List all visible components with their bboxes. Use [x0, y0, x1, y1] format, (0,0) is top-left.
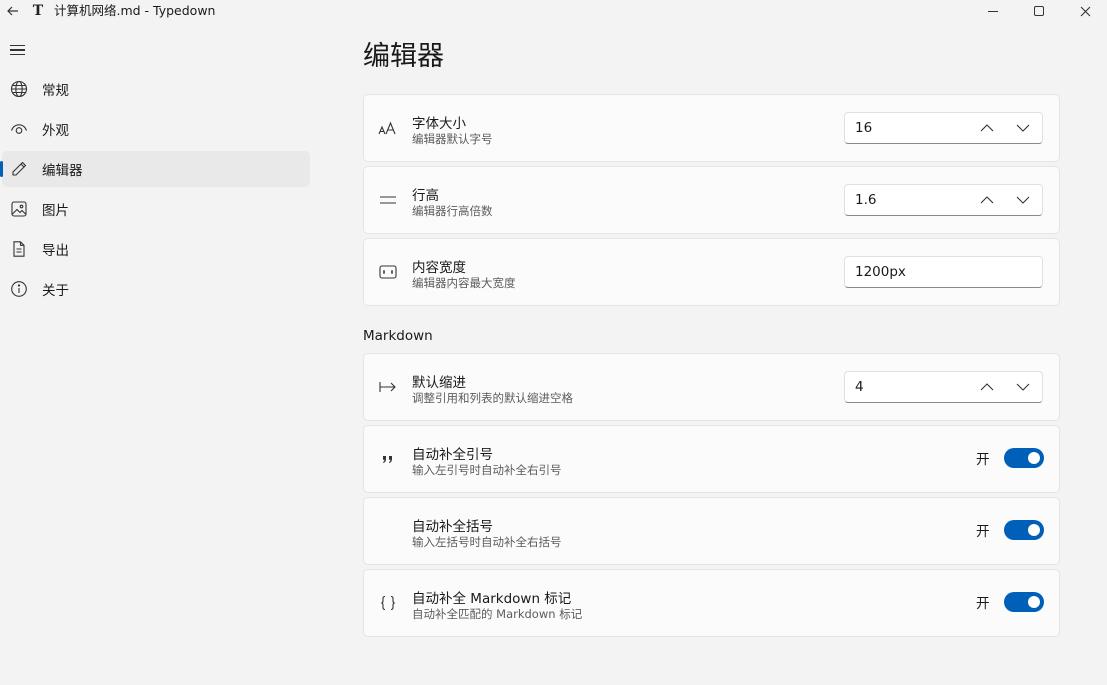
setting-card-auto-close-markdown: 自动补全 Markdown 标记 自动补全匹配的 Markdown 标记 开: [363, 569, 1060, 637]
braces-icon: [378, 593, 398, 613]
setting-title: 自动补全 Markdown 标记: [412, 591, 572, 607]
sidebar-item-appearance[interactable]: 外观: [2, 111, 310, 147]
auto-close-quotes-toggle[interactable]: [1003, 448, 1044, 468]
chevron-down-icon: [1016, 196, 1030, 204]
image-icon: [9, 199, 29, 219]
back-button[interactable]: [4, 2, 22, 20]
arrow-left-icon: [7, 6, 18, 16]
setting-title: 自动补全引号: [412, 447, 493, 463]
auto-close-brackets-toggle[interactable]: [1003, 520, 1044, 540]
toggle-state-label: 开: [976, 596, 990, 612]
minimize-button[interactable]: [970, 0, 1016, 22]
toggle-state-label: 开: [976, 452, 990, 468]
minimize-icon: [988, 10, 998, 12]
info-icon: [9, 279, 29, 299]
chevron-up-icon: [980, 124, 994, 132]
font-size-icon: [378, 118, 398, 138]
sidebar-item-label: 常规: [42, 83, 69, 99]
app-icon: T: [32, 3, 44, 19]
close-button[interactable]: [1062, 0, 1107, 22]
toggle-knob: [1027, 452, 1040, 464]
sidebar-item-images[interactable]: 图片: [2, 191, 310, 227]
auto-close-brackets-toggle-group: 开: [976, 520, 1044, 540]
sidebar-item-export[interactable]: 导出: [2, 231, 310, 267]
setting-card-font-size: 字体大小 编辑器默认字号 16: [363, 94, 1060, 162]
close-icon: [1080, 6, 1090, 16]
sidebar-item-label: 外观: [42, 123, 69, 139]
toggle-knob: [1027, 524, 1040, 536]
indent-icon: [378, 377, 398, 397]
decrement-button[interactable]: [1013, 378, 1033, 396]
number-value: 1.6: [855, 192, 877, 208]
maximize-icon: [1034, 6, 1044, 16]
chevron-up-icon: [980, 196, 994, 204]
increment-button[interactable]: [977, 378, 997, 396]
globe-icon: [9, 79, 29, 99]
content-width-input[interactable]: 1200px: [844, 256, 1043, 288]
sidebar-item-label: 图片: [42, 203, 69, 219]
sidebar-item-label: 关于: [42, 283, 69, 299]
number-value: 4: [855, 379, 864, 395]
setting-card-auto-close-brackets: 自动补全括号 输入左括号时自动补全右括号 开: [363, 497, 1060, 565]
decrement-button[interactable]: [1013, 191, 1033, 209]
auto-close-markdown-toggle-group: 开: [976, 592, 1044, 612]
text-value: 1200px: [855, 264, 906, 280]
sidebar-nav: 常规 外观 编辑器 图片 导出 关于: [0, 71, 312, 311]
setting-description: 调整引用和列表的默认缩进空格: [412, 391, 573, 405]
setting-title: 内容宽度: [412, 260, 466, 276]
toggle-knob: [1027, 596, 1040, 608]
setting-description: 自动补全匹配的 Markdown 标记: [412, 607, 583, 621]
setting-description: 编辑器默认字号: [412, 132, 493, 146]
setting-title: 行高: [412, 188, 439, 204]
chevron-down-icon: [1016, 124, 1030, 132]
page-title: 编辑器: [363, 41, 444, 72]
title-bar: T 计算机网络.md - Typedown: [0, 0, 1107, 22]
line-height-number-input[interactable]: 1.6: [844, 184, 1043, 216]
width-icon: [378, 262, 398, 282]
setting-card-line-height: 行高 编辑器行高倍数 1.6: [363, 166, 1060, 234]
sidebar-item-general[interactable]: 常规: [2, 71, 310, 107]
document-icon: [9, 239, 29, 259]
default-indent-number-input[interactable]: 4: [844, 371, 1043, 403]
sidebar-item-label: 导出: [42, 243, 69, 259]
eye-icon: [9, 119, 29, 139]
auto-close-markdown-toggle[interactable]: [1003, 592, 1044, 612]
pencil-icon: [9, 159, 29, 179]
hamburger-icon: [10, 45, 25, 47]
section-heading-markdown: Markdown: [363, 328, 433, 344]
setting-title: 默认缩进: [412, 375, 466, 391]
setting-card-default-indent: 默认缩进 调整引用和列表的默认缩进空格 4: [363, 353, 1060, 421]
setting-title: 字体大小: [412, 116, 466, 132]
setting-description: 输入左括号时自动补全右括号: [412, 535, 562, 549]
quote-icon: [378, 449, 398, 469]
setting-card-auto-close-quotes: 自动补全引号 输入左引号时自动补全右引号 开: [363, 425, 1060, 493]
chevron-up-icon: [980, 383, 994, 391]
maximize-button[interactable]: [1016, 0, 1062, 22]
menu-toggle-button[interactable]: [8, 40, 28, 60]
setting-card-content-width: 内容宽度 编辑器内容最大宽度 1200px: [363, 238, 1060, 306]
font-size-number-input[interactable]: 16: [844, 112, 1043, 144]
sidebar-item-editor[interactable]: 编辑器: [0, 151, 310, 187]
number-value: 16: [855, 120, 873, 136]
auto-close-quotes-toggle-group: 开: [976, 448, 1044, 468]
sidebar-item-about[interactable]: 关于: [2, 271, 310, 307]
increment-button[interactable]: [977, 191, 997, 209]
line-height-icon: [378, 190, 398, 210]
increment-button[interactable]: [977, 119, 997, 137]
decrement-button[interactable]: [1013, 119, 1033, 137]
chevron-down-icon: [1016, 383, 1030, 391]
sidebar-item-label: 编辑器: [42, 163, 83, 179]
setting-description: 编辑器行高倍数: [412, 204, 493, 218]
setting-title: 自动补全括号: [412, 519, 493, 535]
setting-description: 编辑器内容最大宽度: [412, 276, 516, 290]
toggle-state-label: 开: [976, 524, 990, 540]
window-title: 计算机网络.md - Typedown: [54, 3, 216, 18]
setting-description: 输入左引号时自动补全右引号: [412, 463, 562, 477]
